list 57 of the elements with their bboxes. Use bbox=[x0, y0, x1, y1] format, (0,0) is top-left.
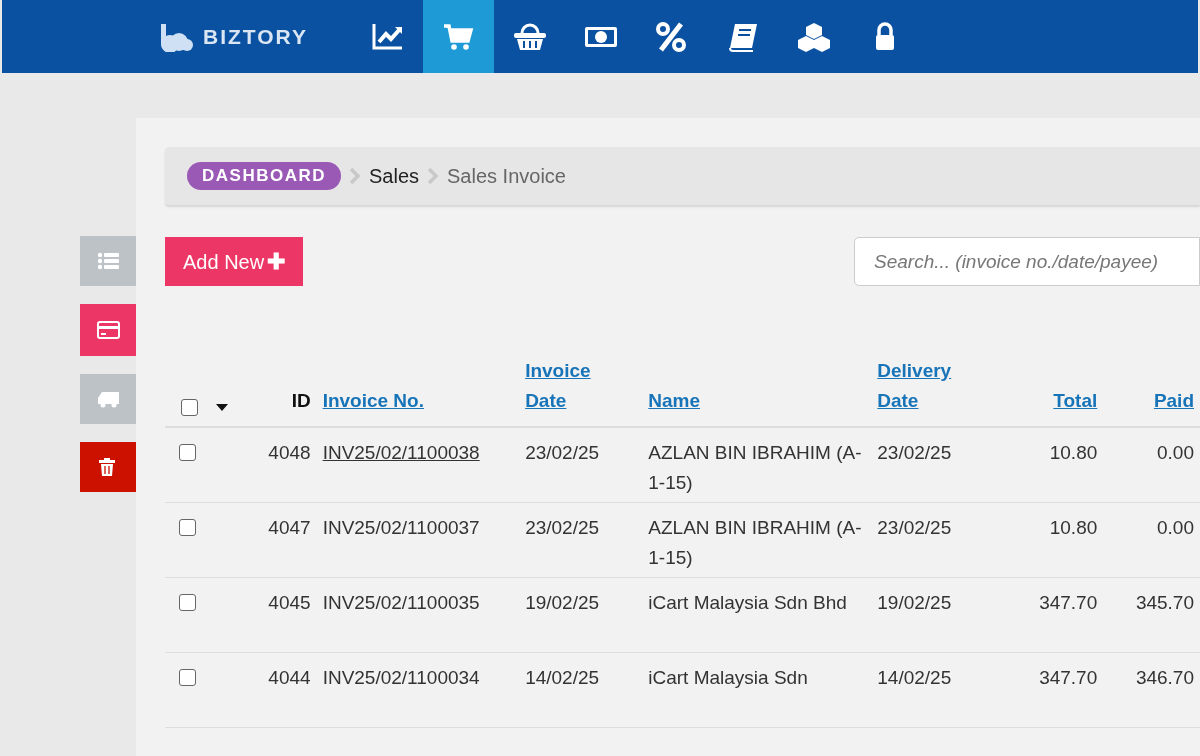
add-new-button[interactable]: Add New✚ bbox=[165, 237, 304, 286]
table-cell: AZLAN BIN IBRAHIM (A-1-15) bbox=[648, 516, 862, 568]
card-button[interactable] bbox=[80, 304, 136, 356]
table-cell: 23/02/25 bbox=[877, 442, 952, 463]
search-field[interactable]: Search... (invoice no./date/payee) bbox=[854, 237, 1200, 286]
percent-icon bbox=[654, 20, 689, 53]
breadcrumb-current: Sales Invoice bbox=[447, 164, 566, 189]
table-cell: 347.70 bbox=[1039, 591, 1098, 613]
column-sort-link[interactable]: Delivery Date bbox=[877, 356, 968, 416]
boxes-icon bbox=[796, 20, 831, 53]
column-sort-link[interactable]: Invoice No. bbox=[322, 386, 424, 416]
table-cell: 23/02/25 bbox=[525, 516, 600, 538]
table-cell: 4047 bbox=[268, 516, 311, 538]
truck-icon bbox=[96, 389, 120, 409]
column-sort-link[interactable]: Name bbox=[648, 386, 701, 416]
table-cell: 0.00 bbox=[1157, 442, 1194, 463]
table-cell: 19/02/25 bbox=[877, 591, 952, 613]
cart-nav-button[interactable] bbox=[423, 0, 494, 73]
row-checkbox[interactable] bbox=[179, 668, 196, 686]
trash-button[interactable] bbox=[80, 442, 136, 492]
row-checkbox[interactable] bbox=[179, 518, 196, 536]
table-cell: 10.80 bbox=[1049, 442, 1098, 463]
column-sort-link[interactable]: Total bbox=[1053, 386, 1098, 416]
invoice-link[interactable]: INV25/02/1100038 bbox=[322, 442, 480, 463]
column-sort-link[interactable]: Paid bbox=[1153, 386, 1194, 416]
table-cell: 0.00 bbox=[1157, 516, 1194, 538]
column-sort-link[interactable]: Invoice Date bbox=[525, 356, 616, 416]
table-cell: 346.70 bbox=[1135, 666, 1194, 688]
list-icon bbox=[96, 251, 120, 271]
table-cell: iCart Malaysia Sdn bbox=[648, 666, 808, 688]
chevron-icon bbox=[427, 167, 440, 185]
table-cell: 345.70 bbox=[1135, 591, 1194, 613]
table-cell: AZLAN BIN IBRAHIM (A-1-15) bbox=[648, 442, 862, 493]
invoice-link[interactable]: INV25/02/1100034 bbox=[322, 666, 480, 688]
chevron-icon bbox=[349, 167, 361, 185]
invoice-link[interactable]: INV25/02/1100035 bbox=[322, 591, 480, 613]
table-cell: 4048 bbox=[268, 442, 311, 463]
column-header: ID bbox=[291, 390, 311, 411]
table-cell: 23/02/25 bbox=[877, 516, 952, 538]
table-cell: iCart Malaysia Sdn Bhd bbox=[648, 591, 847, 613]
table-cell: 4044 bbox=[268, 666, 311, 688]
dashboard-pill-link[interactable]: DASHBOARD bbox=[187, 162, 341, 190]
table-cell: 10.80 bbox=[1049, 516, 1098, 538]
breadcrumb-link[interactable]: Sales bbox=[369, 161, 420, 191]
caret-icon[interactable] bbox=[216, 404, 228, 411]
row-checkbox[interactable] bbox=[179, 593, 196, 611]
row-checkbox[interactable] bbox=[179, 444, 196, 461]
brand-name: BIZTORY bbox=[203, 23, 308, 50]
table-cell: 14/02/25 bbox=[525, 666, 600, 688]
select-all-checkbox[interactable] bbox=[181, 399, 198, 416]
table-cell: 23/02/25 bbox=[525, 442, 600, 463]
table-cell: 4045 bbox=[268, 591, 311, 613]
invoice-link[interactable]: INV25/02/1100037 bbox=[322, 516, 480, 538]
table-cell: 19/02/25 bbox=[525, 591, 600, 613]
table-cell: 14/02/25 bbox=[877, 666, 952, 688]
table-cell: 347.70 bbox=[1039, 666, 1098, 688]
card-icon bbox=[96, 320, 120, 340]
